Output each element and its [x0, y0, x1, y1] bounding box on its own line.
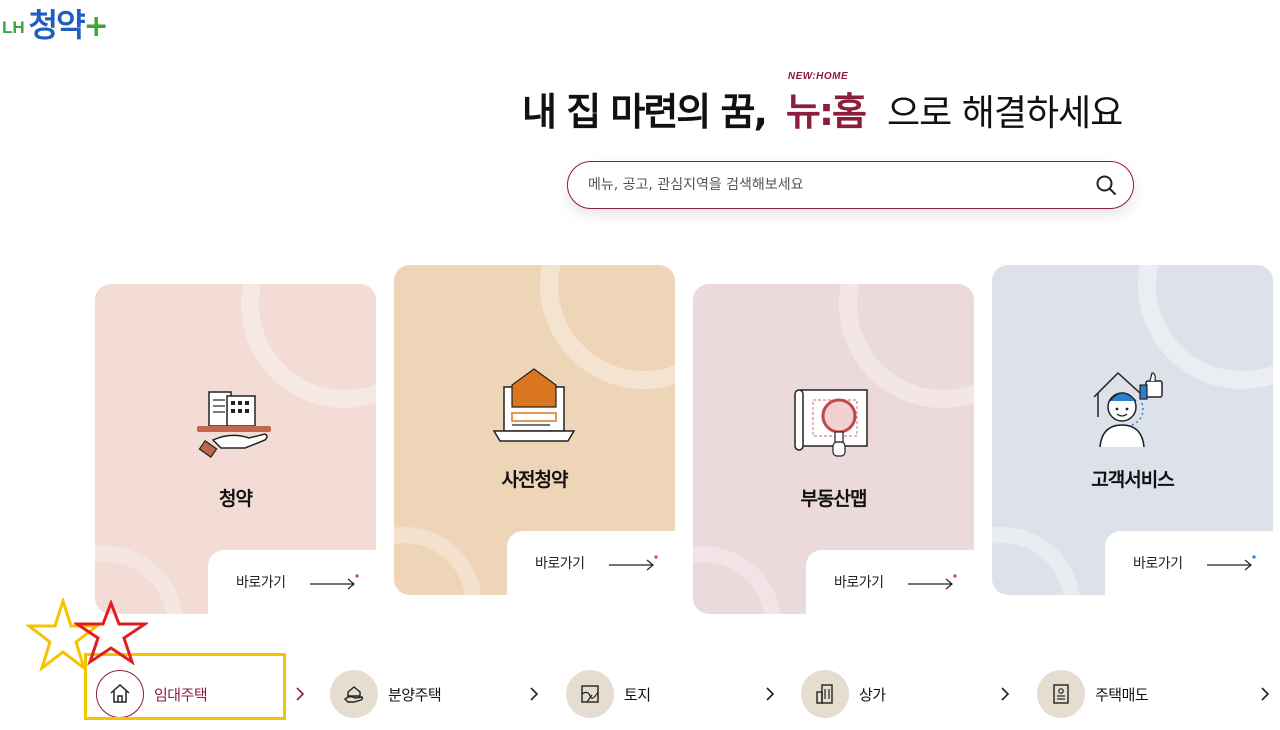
arrow-right-icon [609, 555, 658, 571]
card-go-button[interactable]: 바로가기 [507, 531, 675, 595]
card-go-button[interactable]: 바로가기 [1105, 531, 1273, 595]
card-real-estate-map[interactable]: 부동산맵 바로가기 [693, 284, 974, 614]
arrow-right-icon [908, 574, 957, 590]
headline-part1: 내 집 마련의 꿈, [522, 90, 768, 134]
category-commercial[interactable]: 상가 [801, 664, 1011, 724]
map-magnifier-icon [793, 389, 868, 457]
card-pre-subscription[interactable]: 사전청약 바로가기 [394, 265, 675, 595]
card-title: 사전청약 [501, 469, 569, 491]
card-title: 고객서비스 [1091, 469, 1174, 491]
newhome-brand-caption: NEW:HOME [787, 71, 849, 82]
category-label: 임대주택 [154, 685, 208, 704]
logo-plus-icon: + [83, 9, 109, 44]
category-icon-circle [96, 670, 144, 718]
house-hand-icon [343, 686, 364, 703]
category-sale-housing[interactable]: 분양주택 [330, 664, 540, 724]
logo-lh-text: LH [2, 18, 25, 37]
category-icon-circle [330, 670, 378, 718]
chevron-right-icon [1001, 687, 1010, 701]
building-icon [816, 684, 833, 704]
category-rental-housing[interactable]: 임대주택 [96, 664, 306, 724]
card-title: 청약 [219, 488, 253, 510]
category-icon-circle [801, 670, 849, 718]
lh-logo[interactable]: LH 청약 + [2, 4, 109, 52]
subscription-icon [196, 391, 271, 458]
arrow-right-icon [310, 574, 359, 590]
category-land[interactable]: 토지 [566, 664, 776, 724]
chevron-right-icon [530, 687, 539, 701]
house-icon [110, 683, 130, 703]
headline-part2: 으로 해결하세요 [887, 93, 1123, 134]
category-label: 토지 [624, 685, 651, 704]
newhome-brand-name: 뉴:홈 [785, 90, 867, 134]
category-house-sale[interactable]: 주택매도 [1037, 664, 1271, 724]
arrow-right-icon [1207, 555, 1256, 571]
category-label: 분양주택 [388, 685, 442, 704]
yellow-star-icon [26, 598, 100, 673]
chevron-right-icon [766, 687, 775, 701]
newhome-brand: NEW:HOME 뉴:홈 [785, 71, 867, 136]
card-go-label: 바로가기 [236, 575, 286, 591]
laptop-house-icon [492, 368, 575, 442]
card-go-label: 바로가기 [834, 575, 884, 591]
card-subscription[interactable]: 청약 바로가기 [95, 284, 376, 614]
category-icon-circle [566, 670, 614, 718]
customer-service-icon [1092, 371, 1163, 448]
card-title: 부동산맵 [800, 488, 868, 510]
hero-headline: 내 집 마련의 꿈, NEW:HOME 뉴:홈 으로 해결하세요 [522, 71, 1123, 136]
card-go-label: 바로가기 [1133, 556, 1183, 572]
chevron-right-icon [296, 687, 305, 701]
logo-name-text: 청약 [28, 6, 86, 44]
category-label: 주택매도 [1095, 685, 1149, 704]
land-map-icon [581, 685, 599, 703]
search-input[interactable] [588, 177, 1095, 193]
card-go-label: 바로가기 [535, 556, 585, 572]
category-label: 상가 [859, 685, 886, 704]
category-icon-circle [1037, 670, 1085, 718]
card-go-button[interactable]: 바로가기 [806, 550, 974, 614]
search-icon[interactable] [1095, 174, 1117, 196]
card-customer-service[interactable]: 고객서비스 바로가기 [992, 265, 1273, 595]
search-bar [567, 161, 1134, 209]
chevron-right-icon [1261, 687, 1270, 701]
card-go-button[interactable]: 바로가기 [208, 550, 376, 614]
document-icon [1053, 684, 1069, 704]
